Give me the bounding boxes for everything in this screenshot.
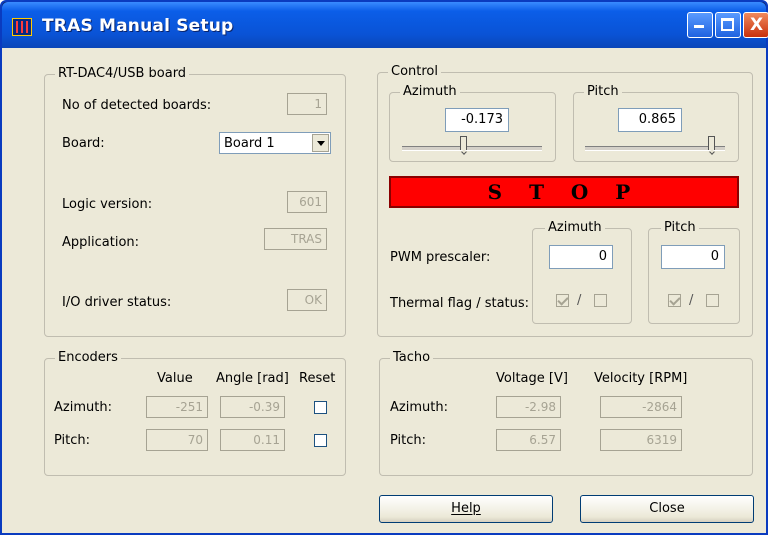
tacho-pitch-voltage: 6.57 bbox=[496, 429, 561, 451]
stop-button[interactable]: S T O P bbox=[389, 176, 739, 208]
encoders-value-header: Value bbox=[157, 371, 193, 386]
tacho-group-label: Tacho bbox=[390, 350, 434, 365]
pwm-pitch-input[interactable]: 0 bbox=[661, 245, 725, 269]
azimuth-control-label: Azimuth bbox=[400, 84, 460, 99]
pwm-azimuth-group: Azimuth bbox=[532, 220, 632, 324]
encoder-azimuth-label: Azimuth: bbox=[54, 400, 112, 415]
help-button[interactable]: Help bbox=[379, 495, 553, 523]
driver-status-field: OK bbox=[287, 289, 327, 311]
encoder-pitch-angle: 0.11 bbox=[220, 429, 285, 451]
close-button[interactable]: Close bbox=[580, 495, 754, 523]
close-icon: X bbox=[750, 15, 764, 35]
detected-boards-label: No of detected boards: bbox=[62, 98, 212, 113]
dialog-window: TRAS Manual Setup X RT-DAC4/USB board No… bbox=[0, 0, 768, 535]
maximize-button[interactable] bbox=[715, 12, 741, 38]
logic-version-field: 601 bbox=[287, 191, 327, 213]
pitch-thermal-flag-checkbox bbox=[668, 294, 681, 307]
thermal-flag-label: Thermal flag / status: bbox=[390, 296, 530, 311]
pitch-slider-track[interactable] bbox=[585, 146, 725, 151]
chevron-down-icon[interactable] bbox=[312, 134, 329, 152]
board-select[interactable]: Board 1 bbox=[219, 132, 331, 154]
encoder-pitch-value: 70 bbox=[146, 429, 208, 451]
tacho-azimuth-label: Azimuth: bbox=[390, 400, 448, 415]
dialog-body: RT-DAC4/USB board No of detected boards:… bbox=[2, 48, 766, 533]
tacho-azimuth-voltage: -2.98 bbox=[496, 396, 561, 418]
pwm-azimuth-label: Azimuth bbox=[545, 220, 605, 235]
minimize-button[interactable] bbox=[687, 12, 713, 38]
window-title: TRAS Manual Setup bbox=[42, 16, 234, 36]
tacho-pitch-label: Pitch: bbox=[390, 433, 427, 448]
close-window-button[interactable]: X bbox=[743, 12, 768, 38]
encoders-angle-header: Angle [rad] bbox=[216, 371, 289, 386]
maximize-icon bbox=[721, 18, 734, 31]
logic-version-label: Logic version: bbox=[62, 197, 153, 212]
pwm-pitch-label: Pitch bbox=[661, 220, 699, 235]
tacho-pitch-velocity: 6319 bbox=[600, 429, 682, 451]
encoder-pitch-label: Pitch: bbox=[54, 433, 91, 448]
close-button-label: Close bbox=[649, 501, 685, 516]
encoder-azimuth-angle: -0.39 bbox=[220, 396, 285, 418]
pitch-setpoint-input[interactable]: 0.865 bbox=[618, 108, 682, 132]
tacho-azimuth-velocity: -2864 bbox=[600, 396, 682, 418]
pwm-azimuth-input[interactable]: 0 bbox=[549, 245, 613, 269]
encoders-reset-header: Reset bbox=[299, 371, 336, 386]
encoders-group-label: Encoders bbox=[55, 350, 121, 365]
tacho-velocity-header: Velocity [RPM] bbox=[594, 371, 688, 386]
tacho-voltage-header: Voltage [V] bbox=[496, 371, 568, 386]
detected-boards-field: 1 bbox=[287, 93, 327, 115]
encoder-azimuth-value: -251 bbox=[146, 396, 208, 418]
control-group-label: Control bbox=[388, 64, 441, 79]
azimuth-thermal-status-checkbox bbox=[594, 294, 607, 307]
help-button-label: Help bbox=[451, 501, 481, 516]
title-bar[interactable]: TRAS Manual Setup X bbox=[2, 2, 768, 48]
encoder-pitch-reset-checkbox[interactable] bbox=[314, 434, 327, 447]
driver-status-label: I/O driver status: bbox=[62, 295, 172, 310]
board-label: Board: bbox=[62, 136, 105, 151]
application-field: TRAS bbox=[264, 228, 327, 250]
pitch-slider-thumb[interactable] bbox=[708, 136, 715, 150]
board-group-label: RT-DAC4/USB board bbox=[55, 66, 190, 81]
pwm-prescaler-label: PWM prescaler: bbox=[390, 250, 491, 265]
azimuth-slider-track[interactable] bbox=[402, 146, 542, 151]
board-select-value: Board 1 bbox=[224, 136, 275, 151]
thermal-separator: / bbox=[689, 293, 694, 308]
pitch-thermal-status-checkbox bbox=[706, 294, 719, 307]
app-icon bbox=[12, 18, 32, 36]
pitch-control-label: Pitch bbox=[584, 84, 622, 99]
azimuth-thermal-flag-checkbox bbox=[556, 294, 569, 307]
encoder-azimuth-reset-checkbox[interactable] bbox=[314, 401, 327, 414]
azimuth-slider-thumb[interactable] bbox=[460, 136, 467, 150]
pwm-pitch-group: Pitch bbox=[648, 220, 740, 324]
minimize-icon bbox=[694, 25, 704, 28]
application-label: Application: bbox=[62, 235, 140, 250]
thermal-separator: / bbox=[577, 293, 582, 308]
azimuth-setpoint-input[interactable]: -0.173 bbox=[445, 108, 509, 132]
